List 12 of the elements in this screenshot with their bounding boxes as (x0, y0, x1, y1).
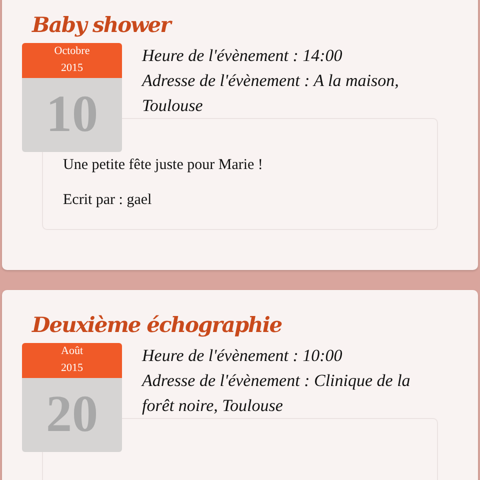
event-address: Adresse de l'évènement : A la maison, Toulouse (142, 70, 400, 117)
event-address: Adresse de l'évènement : Clinique de la forêt noire, Toulouse (142, 370, 412, 417)
event-author: Ecrit par : gael (63, 192, 153, 209)
calendar-month: Octobre (53, 44, 91, 59)
calendar-year: 2015 (60, 61, 84, 76)
event-description: Une petite fête juste pour Marie ! (63, 156, 264, 174)
event-time: Heure de l'évènement : 10:00 (142, 345, 344, 367)
calendar-year: 2015 (60, 361, 84, 376)
event-title: Baby shower (32, 12, 170, 37)
calendar-month: Août (60, 344, 84, 359)
event-time: Heure de l'évènement : 14:00 (142, 45, 344, 67)
event-title: Deuxième échographie (32, 312, 282, 337)
